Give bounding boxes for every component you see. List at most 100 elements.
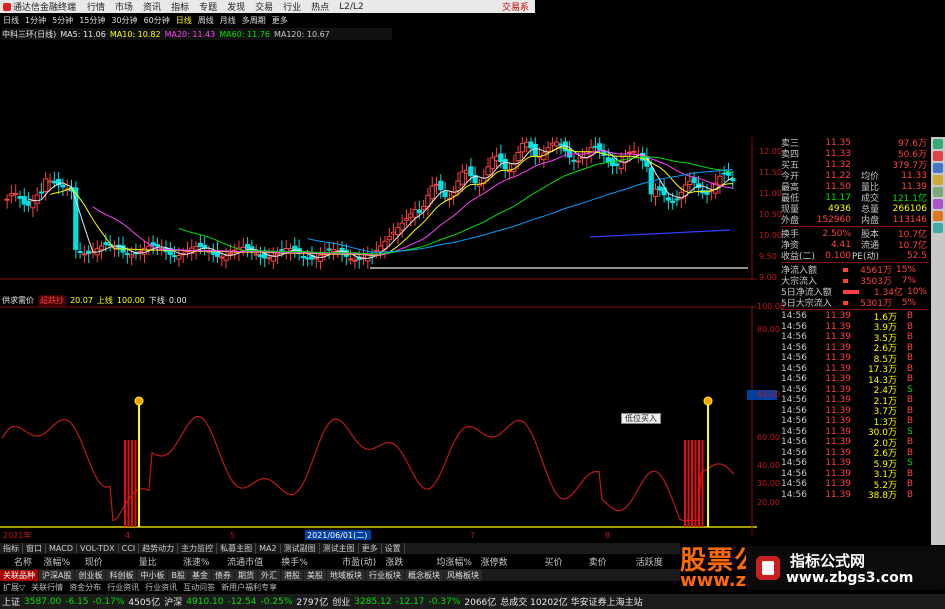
column-header[interactable]: 市盈(动) <box>342 555 385 568</box>
market-tab[interactable]: 概念板块 <box>404 569 443 581</box>
column-header[interactable]: 涨速% <box>183 555 227 568</box>
candle-body <box>691 177 697 184</box>
market-tab[interactable]: 行业板块 <box>365 569 404 581</box>
menu-item-news[interactable]: 资讯 <box>138 0 166 13</box>
toolbar-search-icon[interactable] <box>933 223 943 233</box>
index-name[interactable]: 创业 <box>332 595 350 608</box>
signal-bar <box>124 440 126 527</box>
column-header[interactable]: 买价 <box>544 555 588 568</box>
indicator-tab[interactable]: CCI <box>119 544 140 553</box>
column-header[interactable]: 卖价 <box>589 555 636 568</box>
toolbar-chart-icon[interactable] <box>933 139 943 149</box>
tick-d: B <box>906 447 914 458</box>
market-tab[interactable]: 关联品种 <box>0 569 38 581</box>
date-marker: 2021/06/01(二) <box>307 531 367 540</box>
ma-value: MA60: 11.76 <box>219 29 270 39</box>
trade-system-button[interactable]: 交易系 <box>502 0 535 13</box>
indicator-tab[interactable]: 窗口 <box>23 543 46 554</box>
column-header[interactable]: 名称 <box>0 555 43 568</box>
menu-item-topic[interactable]: 专题 <box>194 0 222 13</box>
market-tab[interactable]: 港股 <box>280 569 303 581</box>
column-header[interactable]: 涨幅% <box>43 555 84 568</box>
candle-body <box>657 186 663 191</box>
toolbar-star-icon[interactable] <box>933 175 943 185</box>
column-header[interactable]: 量比 <box>139 555 183 568</box>
column-header[interactable]: 涨停数 <box>481 555 545 568</box>
indicator-tab[interactable]: VOL-TDX <box>77 544 119 553</box>
column-header[interactable]: 活跃度 <box>636 555 680 568</box>
candle-body <box>442 191 448 198</box>
extension-tab[interactable]: 行业资讯 <box>142 582 180 593</box>
indicator-tab[interactable]: 指标 <box>0 543 23 554</box>
extension-tab[interactable]: 新用户福利专享 <box>218 582 280 593</box>
candle-body <box>244 244 251 249</box>
market-tab[interactable]: 沪深A股 <box>39 569 75 581</box>
market-tab[interactable]: 科创板 <box>106 569 137 581</box>
indicator-tab[interactable]: 私募主图 <box>217 543 257 554</box>
index-name[interactable]: 上证 <box>2 595 20 608</box>
period-tab[interactable]: 周线 <box>195 15 217 26</box>
price-chart[interactable] <box>0 40 757 280</box>
market-tab[interactable]: 基金 <box>188 569 211 581</box>
signal-marker <box>134 396 144 406</box>
period-tab[interactable]: 更多 <box>269 15 291 26</box>
market-tab[interactable]: 期货 <box>234 569 257 581</box>
extension-tab[interactable]: 行业资讯 <box>104 582 142 593</box>
column-header[interactable]: 流通市值 <box>227 555 281 568</box>
extension-tab[interactable]: 资金分布 <box>66 582 104 593</box>
period-tab[interactable]: 日线 <box>0 15 22 26</box>
indicator-value: 20.07 <box>70 296 93 305</box>
extension-tab[interactable]: 关联行情 <box>28 582 66 593</box>
period-tab[interactable]: 5分钟 <box>49 15 76 26</box>
menu-item-indicator[interactable]: 指标 <box>166 0 194 13</box>
period-tab[interactable]: 日线 <box>173 15 195 26</box>
column-header[interactable]: 均涨幅% <box>436 555 480 568</box>
market-tab[interactable]: 中小板 <box>137 569 168 581</box>
indicator-tab[interactable]: 设置 <box>382 543 405 554</box>
market-tab[interactable]: 外汇 <box>257 569 280 581</box>
toolbar-fund-icon[interactable] <box>933 211 943 221</box>
column-header[interactable]: 换手% <box>281 555 342 568</box>
column-header[interactable]: 现价 <box>85 555 139 568</box>
market-tab[interactable]: 风格板块 <box>443 569 482 581</box>
market-tab[interactable]: 创业板 <box>75 569 106 581</box>
indicator-tab[interactable]: 测试主图 <box>320 543 359 554</box>
extension-tab[interactable]: 互动问答 <box>180 582 218 593</box>
market-tab[interactable]: 地域板块 <box>326 569 365 581</box>
toolbar-news-icon[interactable] <box>933 187 943 197</box>
menu-item-industry[interactable]: 行业 <box>278 0 306 13</box>
extension-tab[interactable]: 扩展▽ <box>0 582 28 593</box>
toolbar-info-icon[interactable] <box>933 199 943 209</box>
indicator-tab[interactable]: 更多 <box>359 543 382 554</box>
menu-item-market[interactable]: 市场 <box>110 0 138 13</box>
period-tab[interactable]: 15分钟 <box>76 15 108 26</box>
menu-item-discover[interactable]: 发现 <box>222 0 250 13</box>
menu-item-trade[interactable]: 交易 <box>250 0 278 13</box>
quote-row: 收益(二) 0.100 PE(动) 52.5 <box>781 250 929 263</box>
period-tab[interactable]: 多周期 <box>239 15 269 26</box>
toolbar-list-icon[interactable] <box>933 163 943 173</box>
tick-t: 14:56 <box>781 405 807 416</box>
period-tab[interactable]: 1分钟 <box>22 15 49 26</box>
indicator-tab[interactable]: 主力监控 <box>178 543 218 554</box>
menu-item-quotes[interactable]: 行情 <box>82 0 110 13</box>
indicator-tab[interactable]: MA2 <box>256 544 281 553</box>
indicator-tab[interactable]: 趋势动力 <box>139 543 179 554</box>
market-tab[interactable]: 美股 <box>303 569 326 581</box>
period-tab[interactable]: 30分钟 <box>108 15 140 26</box>
side-toolbar[interactable] <box>931 137 945 545</box>
market-tab[interactable]: B股 <box>168 569 188 581</box>
index-name[interactable]: 沪深 <box>164 595 182 608</box>
indicator-tab[interactable]: 测试副图 <box>281 543 320 554</box>
column-header[interactable]: 涨跌 <box>385 555 436 568</box>
period-tab[interactable]: 60分钟 <box>141 15 173 26</box>
period-tab[interactable]: 月线 <box>217 15 239 26</box>
indicator-chart[interactable]: 100.0080.0069.5060.0040.0030.0020.002021… <box>0 302 785 543</box>
indicator-tab[interactable]: MACD <box>46 544 77 553</box>
indicator-tabs: 指标 窗口 MACD VOL-TDX CCI 趋势动力 主力监控 私募主图 MA2 测试副图 测试主… <box>0 543 680 554</box>
menu-item-l2[interactable]: L2/L2 <box>334 2 369 12</box>
candle-body <box>154 244 160 247</box>
toolbar-hot-icon[interactable] <box>933 151 943 161</box>
menu-item-hot[interactable]: 热点 <box>306 0 334 13</box>
market-tab[interactable]: 债券 <box>211 569 234 581</box>
